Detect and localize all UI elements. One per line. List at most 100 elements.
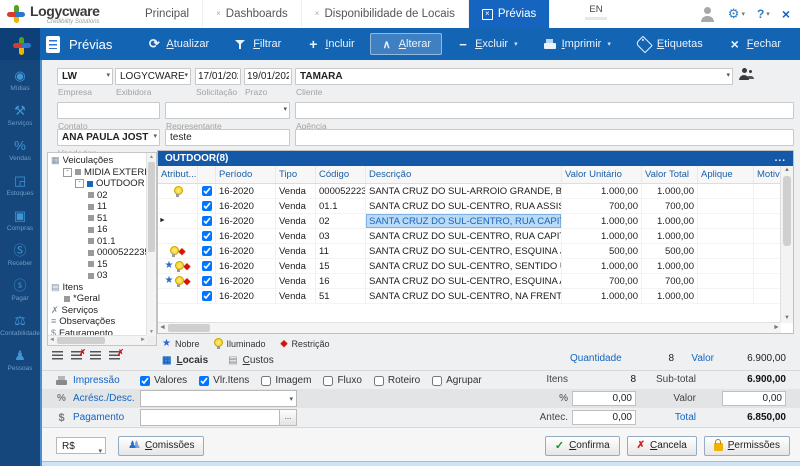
row-checkbox[interactable]	[202, 216, 212, 226]
tree-item-servi-os[interactable]: ✗Serviços	[48, 305, 146, 317]
campanha-field[interactable]	[165, 129, 290, 146]
atualizar-button[interactable]: Atualizar	[137, 33, 220, 55]
column-header-aplique[interactable]: Aplique	[698, 166, 754, 183]
prazo-date-field[interactable]	[244, 68, 292, 85]
tree-item-01-1[interactable]: 01.1	[48, 236, 146, 248]
scroll-right-icon[interactable]: ►	[772, 323, 781, 333]
row-checkbox[interactable]	[202, 276, 212, 286]
tree-item-midia-exterior[interactable]: -MIDIA EXTERIOR	[48, 167, 146, 179]
grid-append-icon[interactable]	[52, 351, 63, 361]
tree-item-0000522235[interactable]: 0000522235	[48, 247, 146, 259]
sidebar-item-receber[interactable]: ⓈReceber	[0, 238, 40, 273]
table-row[interactable]: 16-2020Venda51SANTA CRUZ DO SUL-CENTRO, …	[158, 289, 781, 304]
tree-item-11[interactable]: 11	[48, 201, 146, 213]
print-option-agrupar[interactable]: Agrupar	[432, 375, 482, 386]
tree-expander-icon[interactable]: -	[75, 179, 84, 188]
acresc-select[interactable]: ▾	[140, 390, 297, 407]
agencia-field[interactable]	[295, 102, 794, 119]
sidebar-item-servi-os[interactable]: ⚒Serviços	[0, 98, 40, 133]
cliente-people-icon[interactable]	[739, 68, 755, 81]
print-option-roteiro[interactable]: Roteiro	[374, 375, 420, 386]
column-header-valor_unitario[interactable]: Valor Unitário	[562, 166, 642, 183]
print-option-vlr-itens[interactable]: Vlr.Itens	[199, 375, 249, 386]
row-checkbox[interactable]	[202, 291, 212, 301]
column-header-periodo[interactable]: Período	[216, 166, 276, 183]
print-checkbox[interactable]	[261, 376, 271, 386]
tree-item-51[interactable]: 51	[48, 213, 146, 225]
column-header-codigo[interactable]: Código	[316, 166, 366, 183]
table-row[interactable]: ★◆16-2020Venda15SANTA CRUZ DO SUL-CENTRO…	[158, 259, 781, 274]
header-tab-dashboards[interactable]: ×Dashboards	[203, 0, 302, 28]
print-checkbox[interactable]	[140, 376, 150, 386]
cliente-select[interactable]	[295, 68, 733, 85]
table-row[interactable]: ►16-2020Venda02SANTA CRUZ DO SUL-CENTRO,…	[158, 214, 781, 229]
print-checkbox[interactable]	[432, 376, 442, 386]
pagamento-field[interactable]	[140, 409, 280, 426]
alterar-button[interactable]: Alterar	[370, 33, 442, 55]
column-header-tipo[interactable]: Tipo	[276, 166, 316, 183]
tree-item-02[interactable]: 02	[48, 190, 146, 202]
confirma-button[interactable]: ✓Confirma	[545, 436, 620, 456]
estrategia-field[interactable]	[295, 129, 794, 146]
scroll-down-icon[interactable]: ▼	[147, 328, 156, 336]
vendedor-select[interactable]	[57, 129, 160, 146]
table-row[interactable]: 16-2020Venda03SANTA CRUZ DO SUL-CENTRO, …	[158, 229, 781, 244]
sidebar-item-contabilidade[interactable]: ⚖Contabilidade	[0, 308, 40, 343]
tree-horizontal-scrollbar[interactable]: ◄►	[48, 335, 147, 345]
subtab-custos[interactable]: ▤Custos	[228, 355, 274, 366]
grid-delete-list-icon[interactable]	[109, 351, 120, 361]
header-tab-principal[interactable]: Principal	[132, 0, 203, 28]
tree-item-geral[interactable]: *Geral	[48, 293, 146, 305]
close-window-icon[interactable]: ×	[782, 6, 790, 22]
tree-item-veicula-es[interactable]: ▦Veiculações	[48, 155, 146, 167]
column-header-descricao[interactable]: Descrição	[366, 166, 562, 183]
tab-close-icon[interactable]: ×	[216, 10, 221, 18]
filtrar-button[interactable]: Filtrar	[224, 33, 292, 55]
print-checkbox[interactable]	[323, 376, 333, 386]
column-header-valor_total[interactable]: Valor Total	[642, 166, 698, 183]
tree-item-15[interactable]: 15	[48, 259, 146, 271]
user-avatar-icon[interactable]	[699, 6, 716, 22]
print-option-imagem[interactable]: Imagem	[261, 375, 311, 386]
table-row[interactable]: ◆16-2020Venda11SANTA CRUZ DO SUL-CENTRO,…	[158, 244, 781, 259]
representante-select[interactable]	[165, 102, 290, 119]
row-checkbox[interactable]	[202, 231, 212, 241]
scroll-left-icon[interactable]: ◄	[48, 336, 56, 345]
row-checkbox[interactable]	[202, 186, 212, 196]
tree-vertical-scrollbar[interactable]: ▲▼	[146, 153, 156, 336]
fechar-button[interactable]: Fechar	[718, 33, 792, 55]
grid-vertical-scrollbar[interactable]: ▲▼	[780, 166, 793, 323]
excluir-button[interactable]: Excluir▾	[446, 33, 529, 55]
column-header-motivo[interactable]: Motiv	[754, 166, 781, 183]
header-tab-pr-vias[interactable]: ×Prévias	[469, 0, 550, 28]
valor-desc-input[interactable]	[722, 391, 786, 406]
tab-close-icon[interactable]: ×	[482, 9, 493, 20]
scroll-down-icon[interactable]: ▼	[781, 314, 793, 323]
currency-select[interactable]: R$▾	[56, 437, 106, 454]
help-button[interactable]: ?▾	[757, 7, 770, 21]
scroll-up-icon[interactable]: ▲	[781, 166, 793, 175]
tree-item-03[interactable]: 03	[48, 270, 146, 282]
tree-expander-icon[interactable]: -	[63, 168, 72, 177]
row-checkbox[interactable]	[202, 201, 212, 211]
sidebar-item-compras[interactable]: ▣Compras	[0, 203, 40, 238]
incluir-button[interactable]: Incluir	[296, 33, 365, 55]
row-checkbox[interactable]	[202, 261, 212, 271]
tree-item-faturamento[interactable]: $Faturamento	[48, 328, 146, 336]
cancela-button[interactable]: ✗Cancela	[627, 436, 697, 456]
antec-input[interactable]	[572, 410, 636, 425]
column-header-atributos[interactable]: Atribut...	[158, 166, 198, 183]
contato-field[interactable]	[57, 102, 160, 119]
scroll-left-icon[interactable]: ◄	[158, 323, 167, 333]
grid-append-list-icon[interactable]	[90, 351, 101, 361]
settings-button[interactable]: ⚙▾	[728, 6, 745, 22]
etiquetas-button[interactable]: Etiquetas	[626, 33, 714, 55]
scroll-right-icon[interactable]: ►	[139, 336, 147, 345]
sidebar-item-pessoas[interactable]: ♟Pessoas	[0, 343, 40, 378]
sidebar-item-vendas[interactable]: %Vendas	[0, 133, 40, 168]
grid-menu-icon[interactable]: ...	[775, 153, 786, 164]
tab-close-icon[interactable]: ×	[315, 10, 320, 18]
table-row[interactable]: ★◆16-2020Venda16SANTA CRUZ DO SUL-CENTRO…	[158, 274, 781, 289]
tree-item-itens[interactable]: ▤Itens	[48, 282, 146, 294]
tree-item-observa-es[interactable]: ≡Observações	[48, 316, 146, 328]
